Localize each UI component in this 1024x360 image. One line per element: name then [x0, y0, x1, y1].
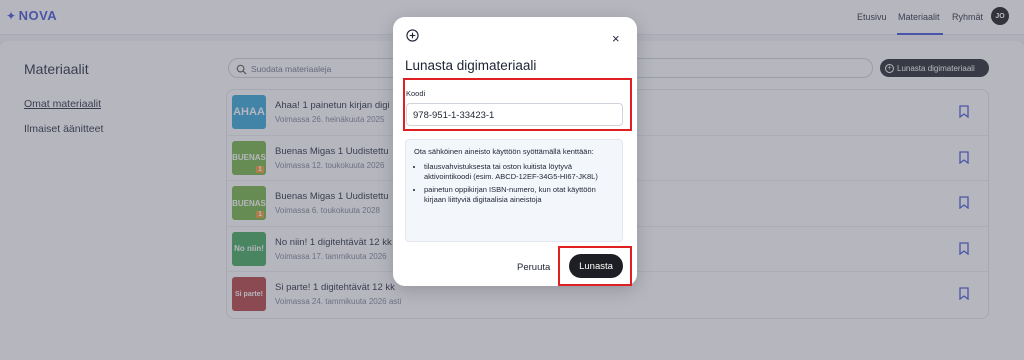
- code-field[interactable]: 978-951-1-33423-1: [406, 103, 623, 126]
- info-item: painetun oppikirjan ISBN-numero, kun ota…: [424, 185, 614, 206]
- redeem-modal: × Lunasta digimateriaali Koodi 978-951-1…: [393, 17, 637, 286]
- close-icon[interactable]: ×: [612, 32, 620, 45]
- modal-title: Lunasta digimateriaali: [405, 58, 537, 73]
- cancel-button[interactable]: Peruuta: [517, 262, 550, 273]
- plus-circle-icon: [406, 29, 419, 47]
- info-item: tilausvahvistuksesta tai oston kuitista …: [424, 162, 614, 183]
- code-label: Koodi: [406, 89, 426, 98]
- info-box: Ota sähköinen aineisto käyttöön syöttämä…: [405, 139, 623, 242]
- info-intro: Ota sähköinen aineisto käyttöön syöttämä…: [414, 147, 594, 156]
- redeem-submit-button[interactable]: Lunasta: [569, 254, 623, 278]
